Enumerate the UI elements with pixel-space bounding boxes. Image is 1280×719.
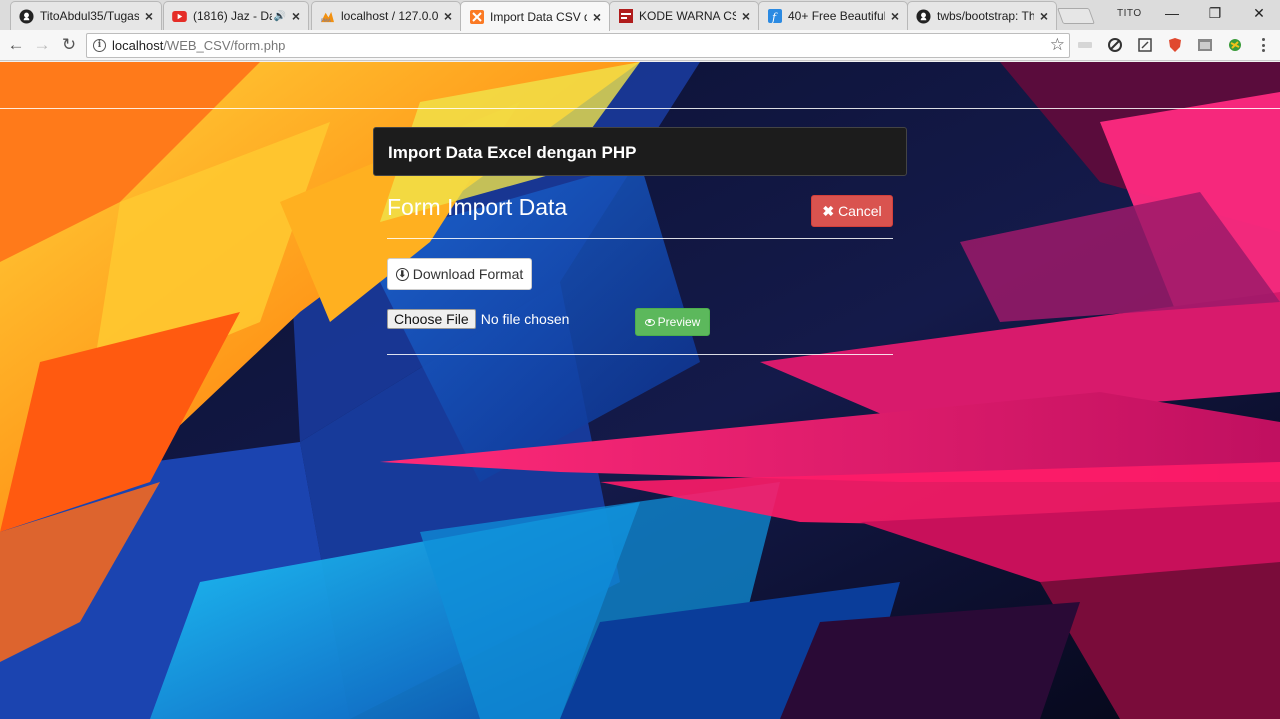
page-viewport: Import Data Excel dengan PHP Form Import…	[0, 62, 1280, 719]
tab-import-data[interactable]: Import Data CSV d ×	[460, 1, 610, 31]
github-icon	[916, 8, 931, 24]
restore-button[interactable]: ❐	[1205, 4, 1225, 22]
globe-extension-icon[interactable]	[1226, 36, 1244, 54]
tab-bootstrap-github[interactable]: twbs/bootstrap: Th ×	[907, 1, 1057, 30]
choose-file-button[interactable]: Choose File	[387, 309, 476, 329]
site-icon	[618, 9, 633, 24]
menu-icon[interactable]	[1258, 36, 1268, 54]
url-text: localhost/WEB_CSV/form.php	[112, 38, 286, 53]
svg-text:PMA: PMA	[321, 18, 332, 23]
download-format-button[interactable]: ⬇ Download Format	[387, 258, 532, 290]
tab-kode-warna[interactable]: KODE WARNA CSS ×	[609, 1, 759, 30]
info-icon[interactable]: i	[93, 39, 106, 52]
preview-label: Preview	[657, 315, 701, 329]
preview-button[interactable]: Preview	[635, 308, 710, 336]
cancel-label: Cancel	[838, 203, 882, 219]
page-title: Form Import Data	[387, 194, 568, 220]
top-divider	[0, 108, 1280, 109]
back-button[interactable]: ←	[5, 34, 27, 56]
tab-close-icon[interactable]: ×	[290, 9, 302, 23]
tab-github-tugas[interactable]: TitoAbdul35/Tugas ×	[10, 1, 162, 30]
tab-close-icon[interactable]: ×	[591, 10, 603, 24]
eye-icon	[644, 318, 655, 326]
tab-close-icon[interactable]: ×	[1038, 9, 1050, 23]
forward-button[interactable]: →	[31, 34, 53, 56]
tab-close-icon[interactable]: ×	[740, 9, 752, 23]
profile-button[interactable]: TITO	[1117, 8, 1142, 19]
download-icon: ⬇	[395, 267, 409, 281]
file-input[interactable]: Choose File No file chosen	[387, 309, 569, 329]
shield-icon[interactable]	[1166, 36, 1184, 54]
tab-close-icon[interactable]: ×	[442, 9, 454, 23]
form-divider-top	[387, 238, 893, 239]
tab-phpmyadmin[interactable]: PMA localhost / 127.0.0 ×	[311, 1, 461, 30]
download-label: Download Format	[412, 266, 524, 282]
youtube-icon	[172, 9, 187, 24]
cancel-button[interactable]: ✖ Cancel	[811, 195, 893, 227]
bookmark-star-icon[interactable]: ☆	[1050, 35, 1065, 55]
f-icon: f	[767, 9, 782, 24]
xampp-icon	[469, 9, 484, 24]
minimize-button[interactable]: —	[1162, 4, 1182, 22]
close-icon: ✖	[822, 202, 835, 219]
tab-close-icon[interactable]: ×	[889, 9, 901, 23]
form-divider-bottom	[387, 354, 893, 355]
blocker-icon[interactable]	[1106, 36, 1124, 54]
github-icon	[19, 8, 34, 24]
reload-button[interactable]: ↻	[58, 34, 80, 56]
tab-free-beautiful[interactable]: f 40+ Free Beautiful ×	[758, 1, 908, 30]
screenshot-icon[interactable]	[1136, 36, 1154, 54]
address-bar[interactable]: i localhost/WEB_CSV/form.php ☆	[86, 33, 1070, 58]
close-window-button[interactable]: ✕	[1249, 4, 1269, 22]
window-icon[interactable]	[1196, 36, 1214, 54]
tab-close-icon[interactable]: ×	[143, 9, 155, 23]
panel-heading: Import Data Excel dengan PHP	[373, 127, 907, 176]
tab-youtube[interactable]: (1816) Jaz - Dar 🔊 ×	[163, 1, 309, 30]
tab-strip: TitoAbdul35/Tugas × (1816) Jaz - Dar 🔊 ×…	[0, 0, 1280, 31]
file-status-text: No file chosen	[480, 311, 570, 327]
speaker-icon[interactable]: 🔊	[274, 11, 286, 22]
phpmyadmin-icon: PMA	[320, 9, 335, 24]
extension-icon[interactable]	[1076, 36, 1094, 54]
new-tab-button[interactable]	[1057, 8, 1095, 24]
toolbar: ← → ↻ i localhost/WEB_CSV/form.php ☆	[0, 30, 1280, 61]
